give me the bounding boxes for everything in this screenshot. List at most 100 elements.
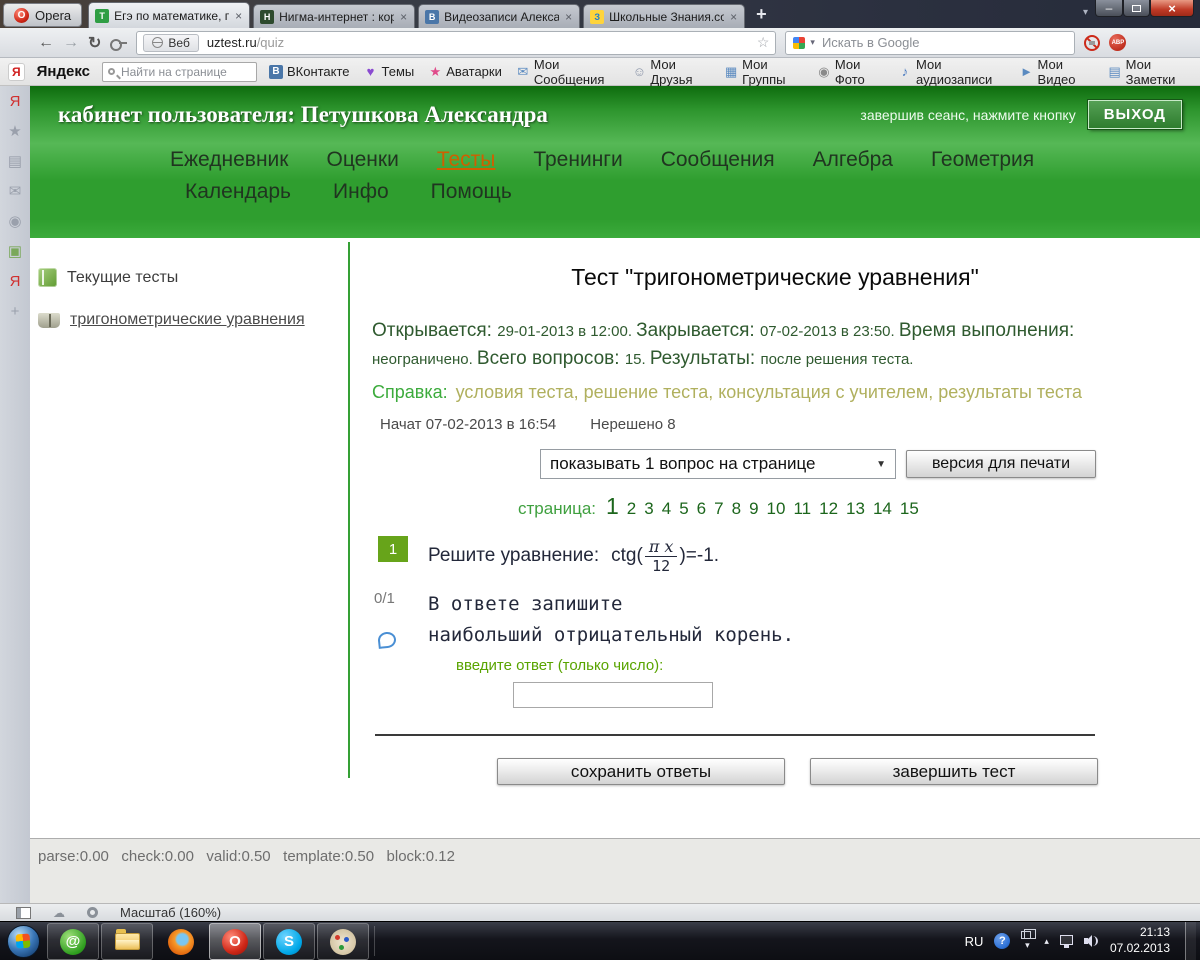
show-desktop-button[interactable] xyxy=(1185,921,1196,960)
page-number-link[interactable]: 7 xyxy=(714,499,723,519)
url-text[interactable]: uztest.ru/quiz xyxy=(207,35,284,50)
tab-close-icon[interactable]: × xyxy=(234,9,243,23)
tray-overflow-icon[interactable]: ▾ xyxy=(1025,940,1030,951)
address-bar[interactable]: Веб uztest.ru/quiz ☆ xyxy=(136,30,777,55)
yandex-bar-item[interactable]: ► Мои Видео xyxy=(1020,57,1094,87)
find-on-page-box[interactable] xyxy=(101,61,278,82)
nav-item[interactable]: Сообщения xyxy=(661,148,775,172)
panel-toggle-icon[interactable] xyxy=(16,906,31,919)
nav-item[interactable]: Инфо xyxy=(333,180,389,204)
forward-button[interactable]: → xyxy=(63,34,79,52)
yandex-bar-item[interactable]: ★ Аватарки xyxy=(428,64,501,80)
nav-item[interactable]: Тренинги xyxy=(533,148,622,172)
webcam-icon[interactable]: ▣ xyxy=(8,244,22,260)
browser-tab[interactable]: Т Егэ по математике, по... × xyxy=(88,2,251,28)
yandex-bookmarks-icon[interactable]: Я xyxy=(10,274,21,290)
web-badge[interactable]: Веб xyxy=(143,33,199,52)
google-search-box[interactable]: ▾ xyxy=(785,30,1076,55)
page-number-link[interactable]: 1 xyxy=(606,493,619,520)
yandex-bar-item[interactable]: ♪ Мои аудиозаписи xyxy=(898,57,1006,87)
taskbar-firefox[interactable] xyxy=(155,923,207,960)
help-link[interactable]: результаты теста xyxy=(938,382,1082,402)
help-link[interactable]: решение теста, xyxy=(584,382,714,402)
browser-tab[interactable]: Н Нигма-интернет : кор... × xyxy=(253,4,416,28)
page-number-link[interactable]: 11 xyxy=(793,499,811,519)
yandex-bar-item[interactable]: ◉ Мои Фото xyxy=(817,57,884,87)
taskbar-mailru-agent[interactable]: @ xyxy=(47,923,99,960)
comment-bubble-icon[interactable] xyxy=(377,631,397,649)
tab-list-chevron-icon[interactable]: ▾ xyxy=(1083,7,1088,18)
sidebar-item-label[interactable]: Текущие тесты xyxy=(67,269,178,287)
new-tab-button[interactable]: + xyxy=(756,4,767,25)
answer-input[interactable] xyxy=(513,682,713,708)
network-tray-icon[interactable] xyxy=(1059,935,1073,948)
help-tray-icon[interactable]: ? xyxy=(994,933,1011,949)
tab-close-icon[interactable]: × xyxy=(729,10,738,24)
wand-password-icon[interactable] xyxy=(110,38,128,51)
search-engine-caret-icon[interactable]: ▾ xyxy=(810,37,815,48)
start-button[interactable] xyxy=(0,922,46,960)
sync-status-icon[interactable] xyxy=(87,907,98,918)
opera-menu-button[interactable]: O Opera xyxy=(3,3,83,27)
page-number-link[interactable]: 8 xyxy=(732,499,741,519)
nav-item[interactable]: Ежедневник xyxy=(170,148,288,172)
show-hidden-icons-button[interactable]: ▴ xyxy=(1044,936,1049,947)
taskbar-clock[interactable]: 21:13 07.02.2013 xyxy=(1110,925,1170,956)
nav-item[interactable]: Алгебра xyxy=(813,148,893,172)
finish-test-button[interactable]: завершить тест xyxy=(810,758,1098,785)
yandex-button[interactable]: Я xyxy=(8,62,25,81)
page-number-link[interactable]: 14 xyxy=(873,499,892,519)
page-number-link[interactable]: 5 xyxy=(679,499,688,519)
opera-turbo-cloud-icon[interactable]: ☁ xyxy=(53,907,65,919)
page-number-link[interactable]: 10 xyxy=(767,499,786,519)
close-button[interactable]: × xyxy=(1150,0,1194,17)
page-number-link[interactable]: 15 xyxy=(900,499,919,519)
page-number-link[interactable]: 12 xyxy=(819,499,838,519)
yandex-bar-item[interactable]: ▦ Мои Группы xyxy=(724,57,803,87)
questions-per-page-select[interactable]: показывать 1 вопрос на странице ▼ xyxy=(540,449,896,479)
restore-button[interactable] xyxy=(1123,0,1150,17)
page-number-link[interactable]: 2 xyxy=(627,499,636,519)
sidebar-test-item[interactable]: тригонометрические уравнения xyxy=(38,311,346,329)
yandex-bar-item[interactable]: ▤ Мои Заметки xyxy=(1108,57,1192,87)
page-number-link[interactable]: 4 xyxy=(662,499,671,519)
reload-button[interactable]: ↻ xyxy=(88,33,101,53)
tab-close-icon[interactable]: × xyxy=(564,10,573,24)
print-version-button[interactable]: версия для печати xyxy=(906,450,1096,478)
browser-tab[interactable]: З Школьные Знания.со... × xyxy=(583,4,746,28)
minimize-button[interactable]: – xyxy=(1095,0,1123,17)
search-input[interactable] xyxy=(819,34,1068,51)
mail-panel-icon[interactable]: ✉ xyxy=(9,184,22,200)
nav-item[interactable]: Календарь xyxy=(185,180,291,204)
add-panel-icon[interactable]: + xyxy=(11,304,20,320)
bookmarks-star-icon[interactable]: ★ xyxy=(8,124,21,140)
tab-close-icon[interactable]: × xyxy=(399,10,408,24)
yandex-bar-item[interactable]: ♥ Темы xyxy=(364,64,415,79)
yandex-icon[interactable]: Я xyxy=(10,94,21,110)
find-on-page-input[interactable] xyxy=(118,63,278,80)
nav-item[interactable]: Геометрия xyxy=(931,148,1034,172)
zoom-level-label[interactable]: Масштаб (160%) xyxy=(120,905,221,920)
panels-icon[interactable]: ▤ xyxy=(8,154,22,170)
taskbar-paint[interactable] xyxy=(317,923,369,960)
nav-item[interactable]: Оценки xyxy=(326,148,398,172)
save-answers-button[interactable]: сохранить ответы xyxy=(497,758,785,785)
bookmark-star-icon[interactable]: ☆ xyxy=(757,34,770,51)
browser-tab[interactable]: В Видеозаписи Алексан... × xyxy=(418,4,581,28)
page-number-link[interactable]: 6 xyxy=(697,499,706,519)
taskbar-skype[interactable]: S xyxy=(263,923,315,960)
taskbar-opera[interactable]: O xyxy=(209,923,261,960)
yandex-bar-item[interactable]: ☺ Мои Друзья xyxy=(632,57,710,87)
help-link[interactable]: консультация с учителем, xyxy=(718,382,933,402)
block-images-extension-icon[interactable] xyxy=(1084,34,1101,51)
taskbar-explorer[interactable] xyxy=(101,923,153,960)
page-number-link[interactable]: 13 xyxy=(846,499,865,519)
history-icon[interactable]: ◉ xyxy=(8,214,21,230)
sidebar-test-item[interactable]: Текущие тесты xyxy=(38,268,346,287)
volume-tray-icon[interactable] xyxy=(1083,934,1099,948)
nav-item[interactable]: Помощь xyxy=(431,180,512,204)
nav-item[interactable]: Тесты xyxy=(437,148,496,172)
language-indicator[interactable]: RU xyxy=(965,934,984,949)
help-link[interactable]: условия теста, xyxy=(456,382,579,402)
sidebar-item-label[interactable]: тригонометрические уравнения xyxy=(70,311,305,329)
